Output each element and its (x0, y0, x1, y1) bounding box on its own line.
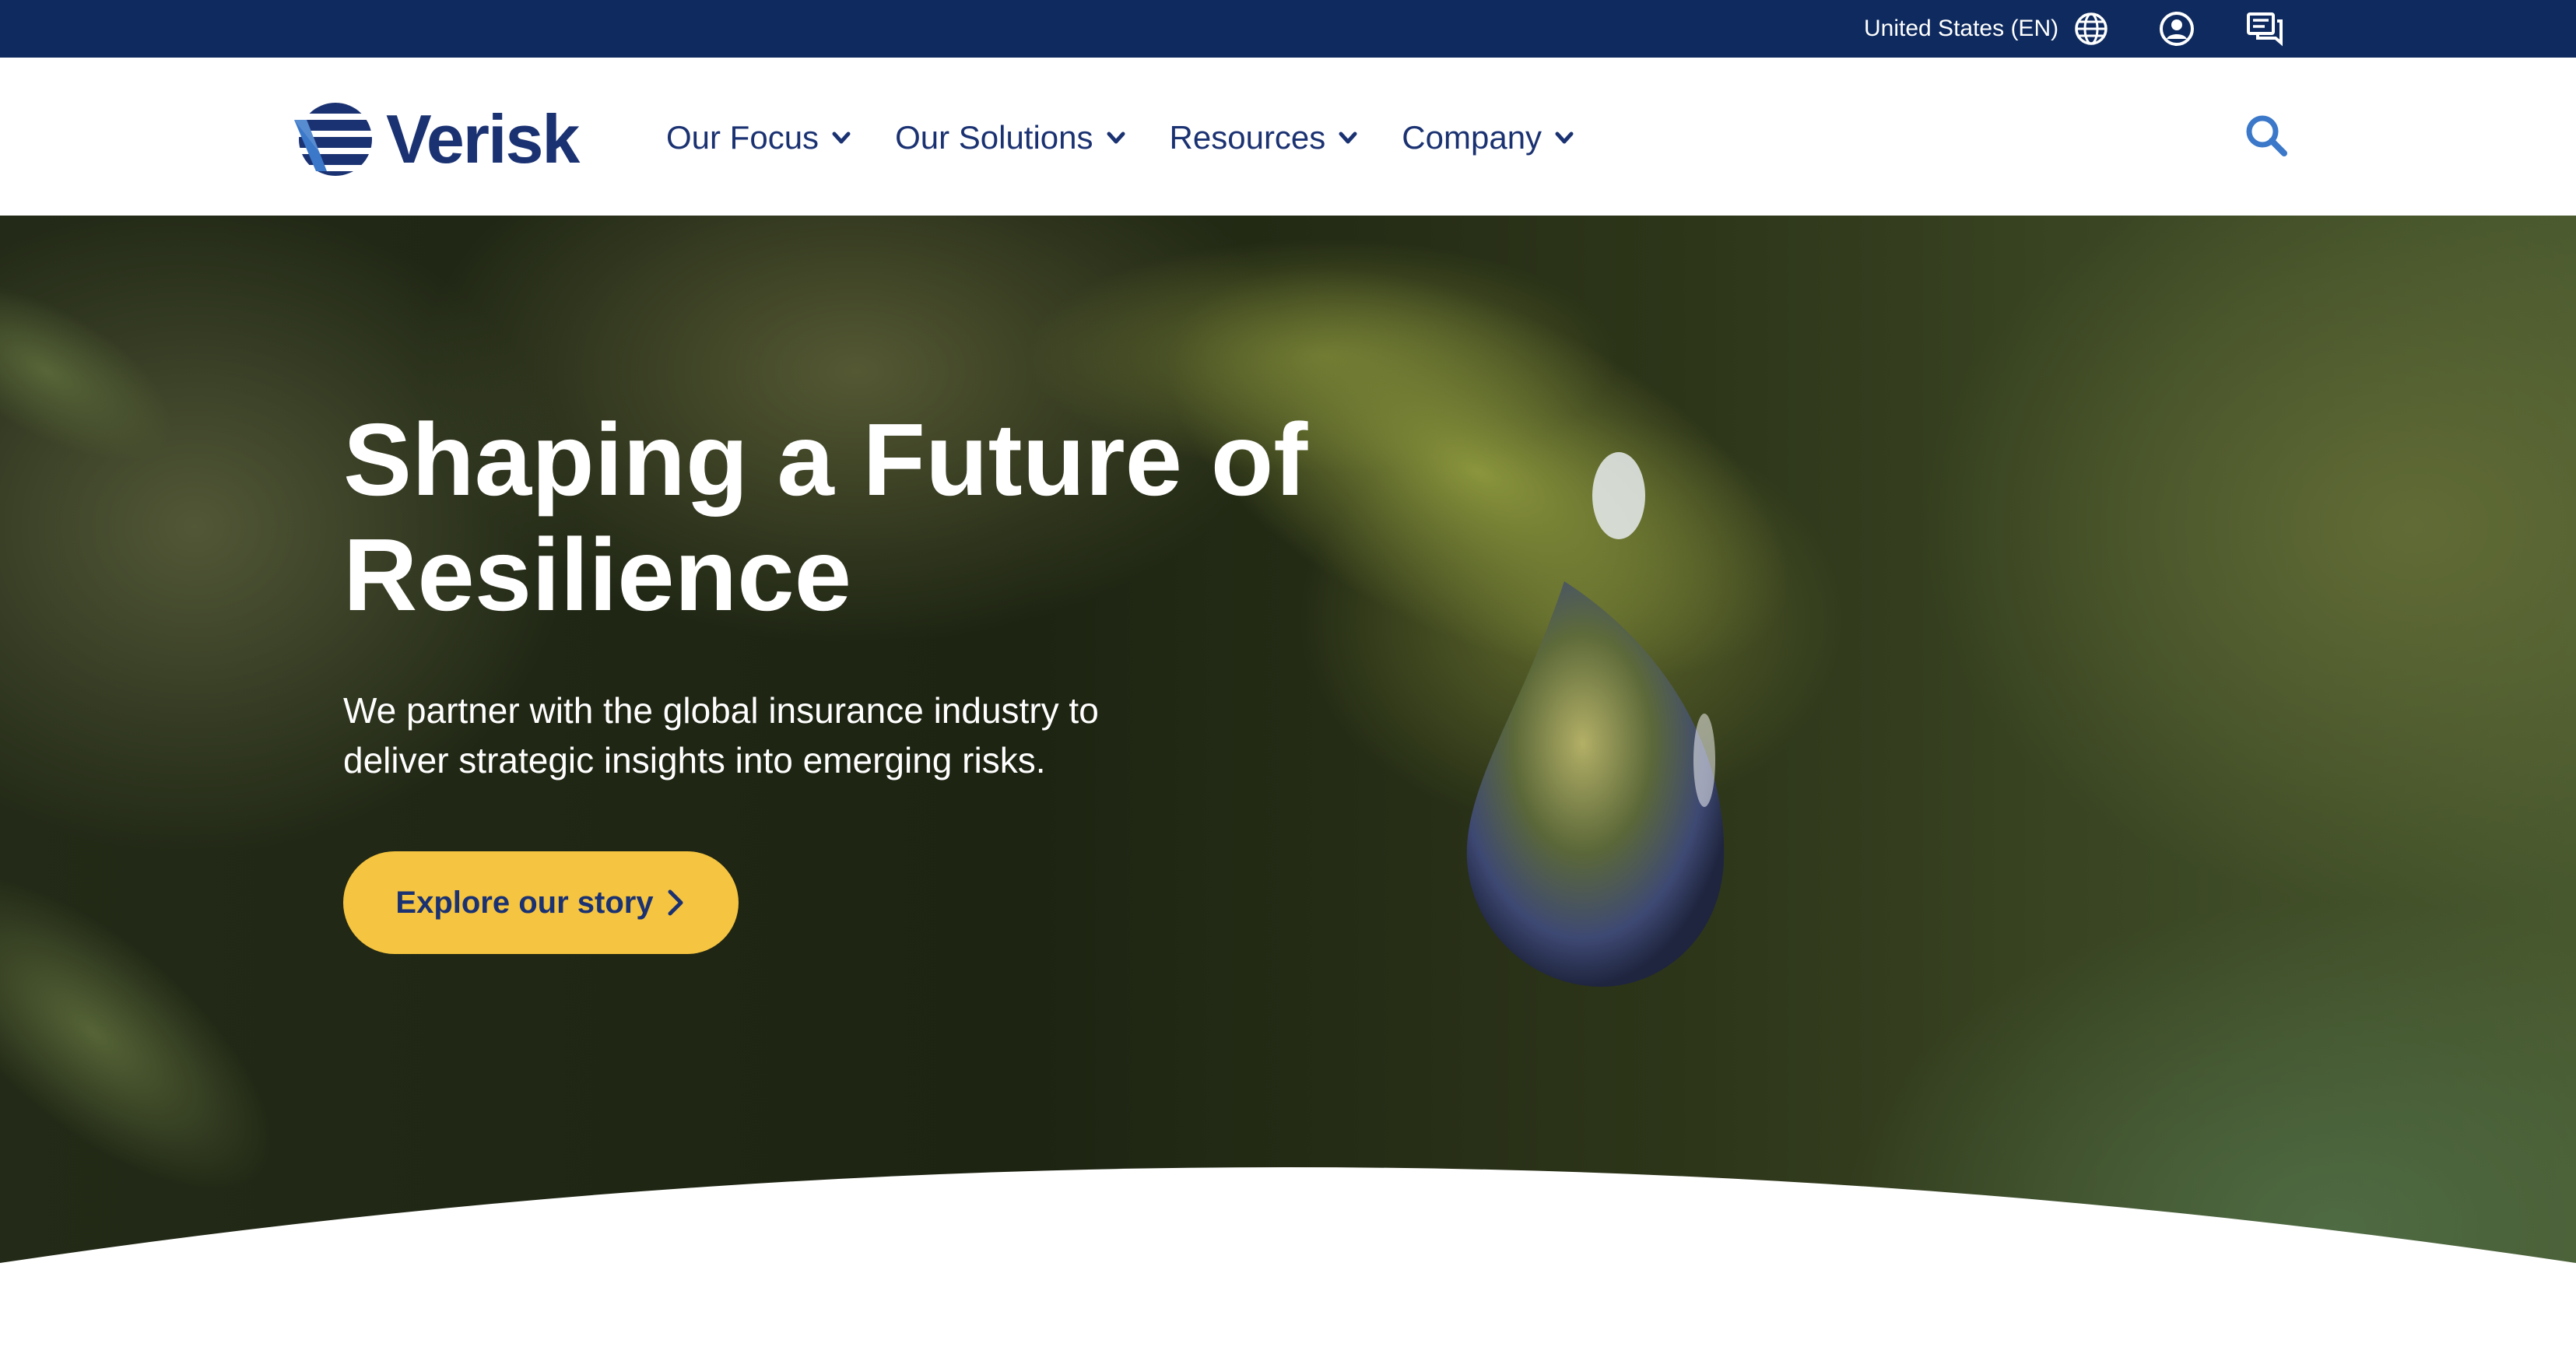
logo-wordmark: Verisk (386, 100, 580, 177)
chevron-down-icon (1554, 128, 1574, 148)
nav-resources[interactable]: Resources (1170, 119, 1359, 156)
search-icon (2246, 115, 2287, 156)
nav-label: Our Solutions (895, 119, 1093, 156)
nav-company[interactable]: Company (1402, 119, 1574, 156)
chevron-down-icon (831, 128, 851, 148)
hero-banner: Shaping a Future of Resilience We partne… (0, 216, 2576, 1368)
nav-our-solutions[interactable]: Our Solutions (895, 119, 1125, 156)
contact-chat-icon[interactable] (2246, 10, 2283, 47)
globe-icon[interactable] (2072, 10, 2110, 47)
verisk-logo[interactable]: Verisk (293, 96, 580, 182)
verisk-logo-mark-icon (293, 96, 378, 182)
chevron-down-icon (1106, 128, 1126, 148)
search-button[interactable] (2243, 112, 2290, 159)
utility-bar: United States (EN) (0, 0, 2576, 58)
locale-label: United States (EN) (1864, 16, 2059, 41)
nav-label: Our Focus (666, 119, 819, 156)
main-nav: Our Focus Our Solutions Resources Compan… (666, 112, 1618, 163)
nav-label: Company (1402, 119, 1542, 156)
nav-label: Resources (1169, 119, 1326, 156)
chevron-down-icon (1338, 128, 1358, 148)
account-icon[interactable] (2158, 10, 2195, 47)
site-header: Verisk Our Focus Our Solutions Resources… (0, 58, 2576, 217)
nav-our-focus[interactable]: Our Focus (666, 119, 851, 156)
hero-bottom-curve (0, 1167, 2576, 1368)
locale-selector[interactable]: United States (EN) (1864, 12, 2058, 45)
